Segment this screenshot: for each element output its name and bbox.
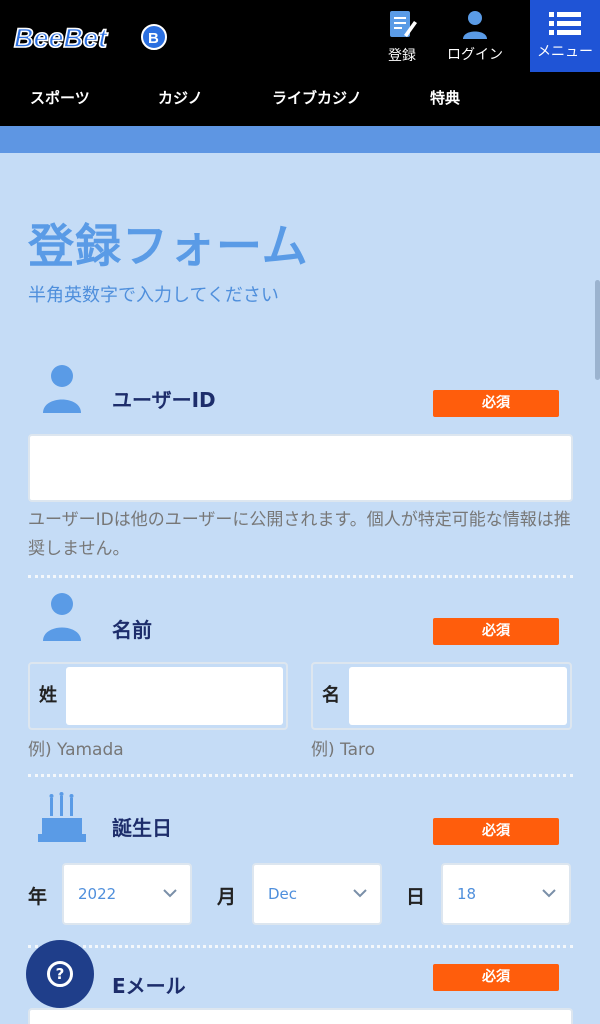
email-input[interactable] bbox=[28, 1008, 573, 1024]
help-button[interactable]: ? bbox=[26, 940, 94, 1008]
first-name-prefix: 名 bbox=[322, 685, 340, 706]
login-button[interactable]: ログイン bbox=[440, 0, 510, 74]
menu-label: メニュー bbox=[537, 44, 593, 60]
user-id-label: ユーザーID bbox=[112, 388, 216, 412]
nav-item-sports[interactable]: スポーツ bbox=[30, 74, 90, 126]
hamburger-icon bbox=[549, 12, 581, 35]
question-icon: ? bbox=[47, 961, 73, 987]
required-badge: 必須 bbox=[433, 390, 559, 417]
divider bbox=[28, 774, 573, 777]
user-icon bbox=[463, 11, 487, 39]
nav-item-bonus[interactable]: 特典 bbox=[430, 74, 460, 126]
page-subtitle: 半角英数字で入力してください bbox=[28, 285, 279, 306]
login-label: ログイン bbox=[447, 47, 503, 63]
chevron-down-icon bbox=[163, 889, 177, 898]
required-badge: 必須 bbox=[433, 618, 559, 645]
year-label: 年 bbox=[28, 886, 48, 908]
svg-text:B: B bbox=[148, 30, 159, 47]
month-select[interactable]: Dec bbox=[252, 863, 382, 925]
user-id-icon bbox=[43, 365, 81, 413]
last-name-group: 姓 bbox=[28, 662, 288, 730]
user-id-input[interactable] bbox=[28, 434, 573, 502]
month-label: 月 bbox=[217, 886, 237, 908]
nav-item-live-casino[interactable]: ライブカジノ bbox=[272, 74, 362, 126]
register-icon bbox=[390, 11, 417, 37]
day-label: 日 bbox=[406, 886, 426, 908]
required-badge: 必須 bbox=[433, 818, 559, 845]
scrollbar[interactable] bbox=[595, 280, 600, 380]
birthday-label: 誕生日 bbox=[112, 816, 172, 840]
email-label: Eメール bbox=[112, 974, 186, 998]
last-name-input[interactable] bbox=[66, 667, 283, 725]
last-name-prefix: 姓 bbox=[39, 685, 57, 706]
year-value: 2022 bbox=[78, 885, 117, 903]
svg-text:BeeBet: BeeBet bbox=[14, 23, 108, 53]
divider bbox=[28, 575, 573, 578]
page-title: 登録フォーム bbox=[28, 219, 309, 273]
last-name-example: 例) Yamada bbox=[28, 740, 124, 760]
top-header: BeeBet B 登録 ログイン メニュー bbox=[0, 0, 600, 74]
day-select[interactable]: 18 bbox=[441, 863, 571, 925]
day-value: 18 bbox=[457, 885, 477, 903]
month-value: Dec bbox=[268, 885, 298, 903]
nav-item-casino[interactable]: カジノ bbox=[158, 74, 203, 126]
accent-strip bbox=[0, 126, 600, 153]
register-button[interactable]: 登録 bbox=[380, 0, 424, 74]
name-label: 名前 bbox=[112, 618, 152, 642]
menu-button[interactable]: メニュー bbox=[530, 0, 600, 72]
birthday-cake-icon bbox=[38, 792, 86, 842]
register-label: 登録 bbox=[388, 48, 416, 64]
first-name-group: 名 bbox=[311, 662, 572, 730]
first-name-input[interactable] bbox=[349, 667, 567, 725]
divider bbox=[28, 945, 573, 948]
required-badge: 必須 bbox=[433, 964, 559, 991]
name-icon bbox=[43, 593, 81, 641]
chevron-down-icon bbox=[353, 889, 367, 898]
beebet-logo[interactable]: BeeBet B bbox=[12, 16, 172, 58]
first-name-example: 例) Taro bbox=[311, 740, 376, 760]
main-nav: スポーツ カジノ ライブカジノ 特典 bbox=[0, 74, 600, 126]
user-id-help: ユーザーIDは他のユーザーに公開されます。個人が特定可能な情報は推奨しません。 bbox=[28, 510, 571, 559]
year-select[interactable]: 2022 bbox=[62, 863, 192, 925]
chevron-down-icon bbox=[542, 889, 556, 898]
